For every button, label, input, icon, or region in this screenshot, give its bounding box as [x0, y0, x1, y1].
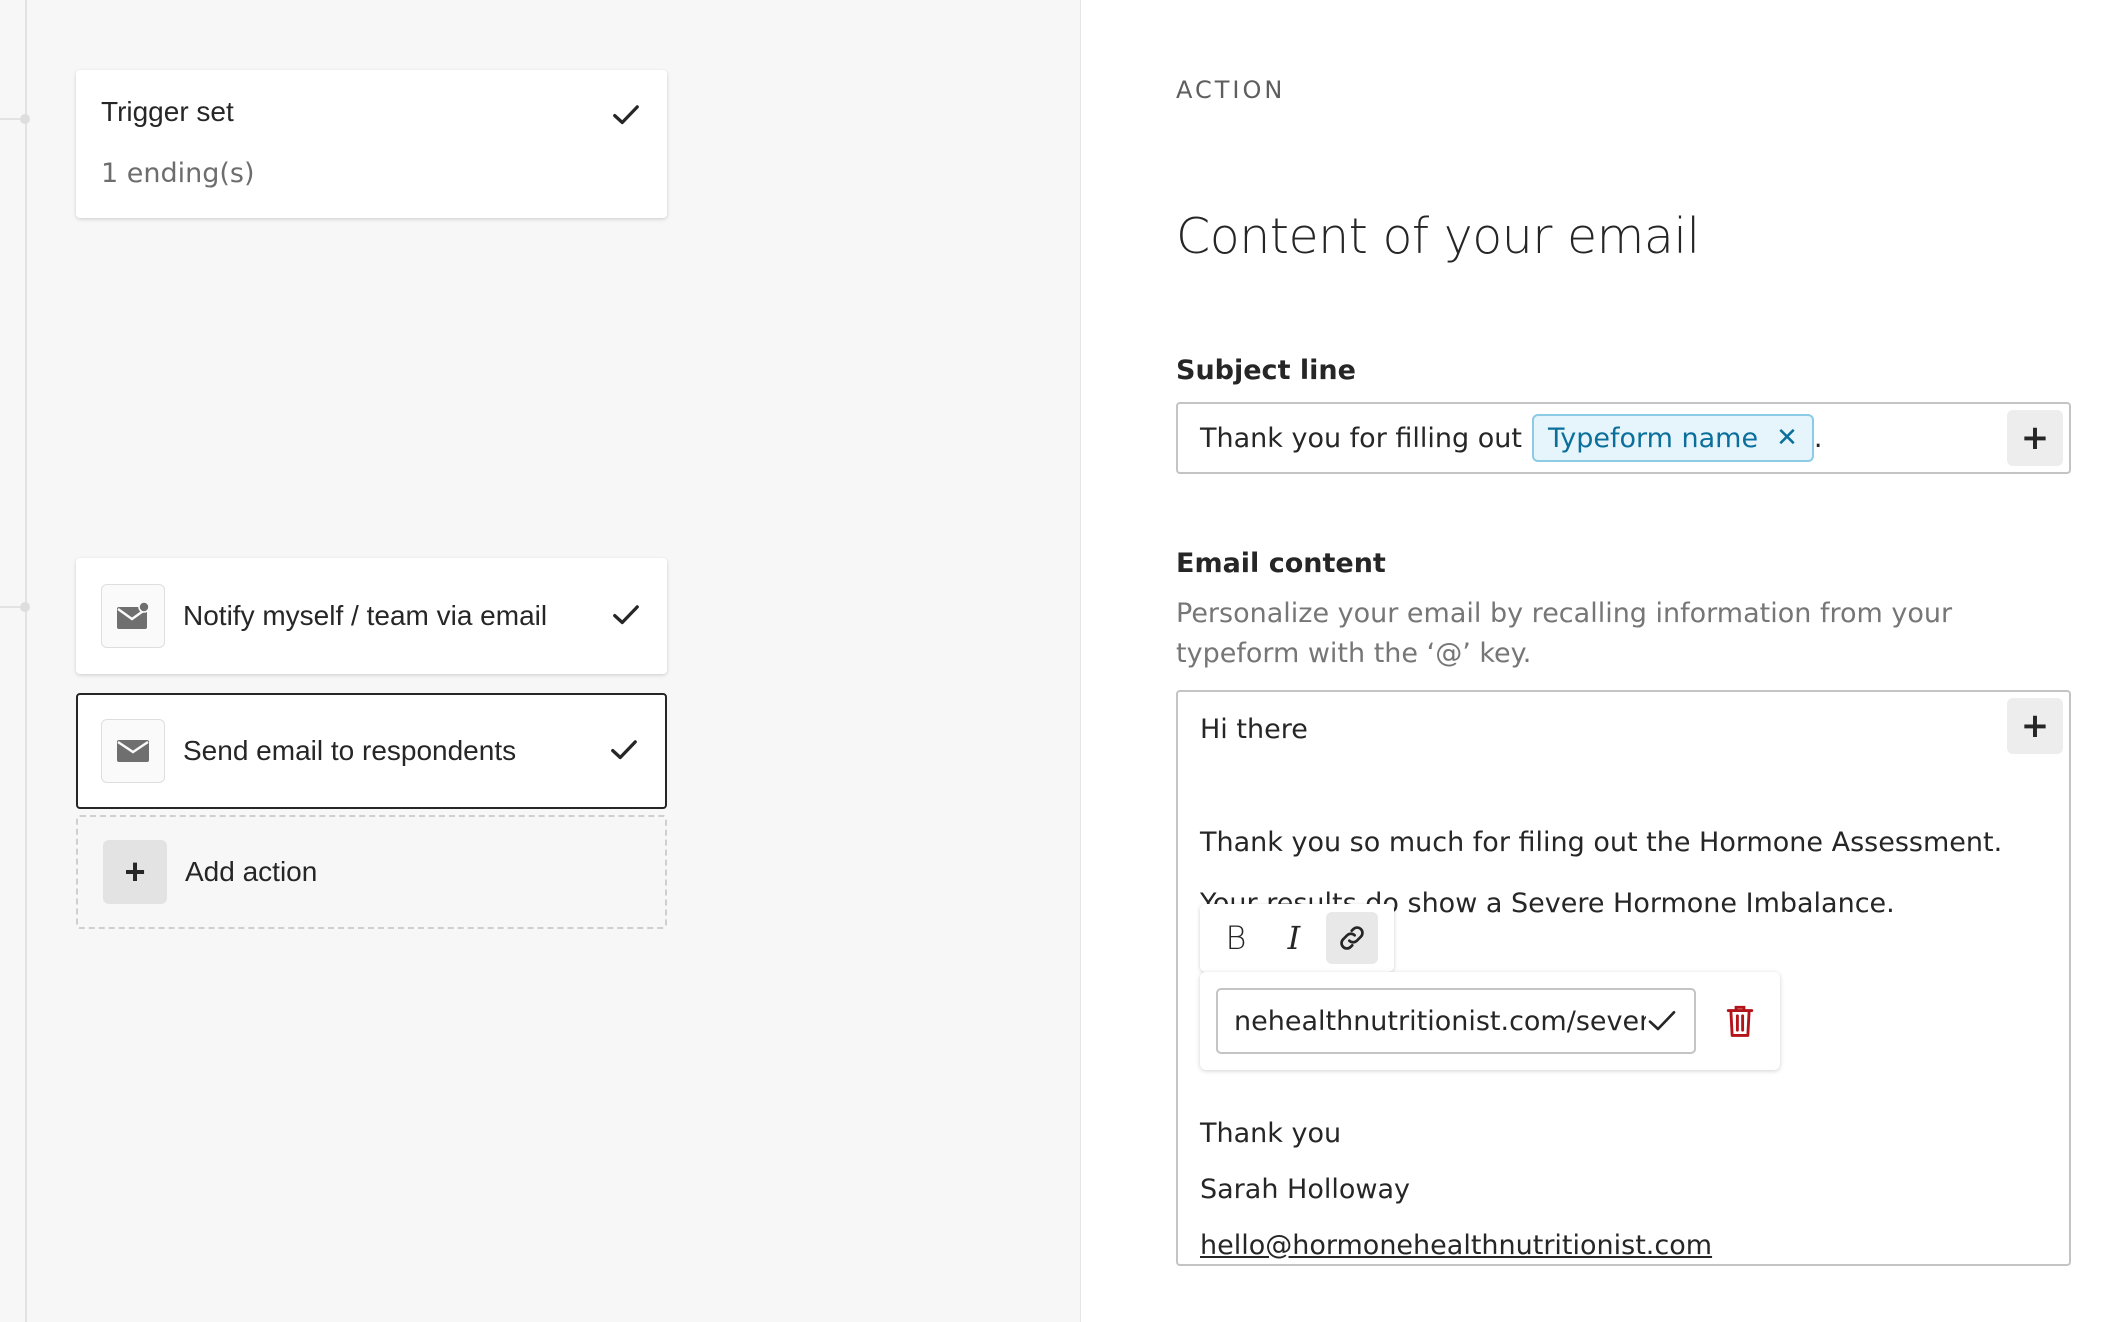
check-icon	[613, 605, 639, 625]
check-icon	[613, 105, 639, 125]
subject-prefix-text: Thank you for filling out	[1200, 422, 1522, 454]
section-label: ACTION	[1176, 76, 1286, 104]
flow-node-dot	[20, 114, 30, 124]
flow-connector-tick	[0, 118, 20, 120]
link-editor-popover: nehealthnutritionist.com/severe	[1200, 972, 1780, 1070]
bold-button[interactable]: B	[1210, 912, 1262, 964]
recall-chip-typeform-name[interactable]: Typeform name ✕	[1531, 414, 1814, 462]
email-line-name: Sarah Holloway	[1200, 1174, 1410, 1205]
chip-label: Typeform name	[1547, 422, 1759, 454]
flow-node-dot	[20, 602, 30, 612]
flow-panel: Trigger set 1 ending(s) Notify myself / …	[0, 0, 1081, 1322]
subject-line-input[interactable]: Thank you for filling out Typeform name …	[1176, 402, 2071, 474]
email-line-greeting: Hi there	[1200, 714, 1308, 745]
add-recall-button[interactable]: +	[2007, 410, 2063, 466]
mail-icon	[101, 719, 165, 783]
trash-icon	[1726, 1005, 1754, 1037]
add-action-label: Add action	[185, 856, 318, 887]
page-title: Content of your email	[1176, 208, 1700, 265]
link-button[interactable]	[1326, 912, 1378, 964]
action-label: Send email to respondents	[183, 735, 517, 766]
trigger-title: Trigger set	[101, 96, 234, 127]
subject-line-label: Subject line	[1176, 355, 1356, 386]
check-icon	[611, 740, 637, 760]
format-toolbar: B I	[1200, 904, 1394, 972]
email-content-editor[interactable]: + Hi there Thank you so much for filing …	[1176, 690, 2071, 1266]
italic-button[interactable]: I	[1268, 912, 1320, 964]
italic-icon: I	[1287, 919, 1301, 957]
email-line-thanks: Thank you so much for filing out the Hor…	[1200, 827, 2003, 858]
link-icon	[1340, 926, 1364, 950]
link-url-input[interactable]: nehealthnutritionist.com/severe	[1216, 988, 1696, 1054]
email-content-help: Personalize your email by recalling info…	[1176, 598, 1953, 669]
plus-icon: +	[103, 840, 167, 904]
mail-notification-icon	[101, 584, 165, 648]
action-editor-panel: ACTION Content of your email Subject lin…	[1082, 0, 2113, 1322]
delete-link-button[interactable]	[1720, 1001, 1760, 1041]
email-address-link[interactable]: hello@hormonehealthnutritionist.com	[1200, 1230, 1712, 1261]
add-action-button[interactable]: + Add action	[76, 815, 667, 929]
email-line-signoff: Thank you	[1200, 1118, 1342, 1149]
action-card-send-respondents[interactable]: Send email to respondents	[76, 693, 667, 809]
trigger-card[interactable]: Trigger set 1 ending(s)	[76, 70, 667, 218]
flow-connector-tick	[0, 606, 20, 608]
action-label: Notify myself / team via email	[183, 600, 548, 631]
flow-connector-line	[25, 0, 27, 1322]
remove-chip-icon[interactable]: ✕	[1776, 423, 1798, 453]
trigger-subtitle: 1 ending(s)	[101, 158, 255, 189]
subject-suffix-text: .	[1813, 422, 1823, 454]
confirm-link-icon[interactable]	[1646, 1005, 1678, 1037]
bold-icon: B	[1225, 919, 1247, 957]
add-recall-button[interactable]: +	[2007, 698, 2063, 754]
action-card-notify-team[interactable]: Notify myself / team via email	[76, 558, 667, 674]
email-content-label: Email content	[1176, 548, 1386, 579]
link-url-value: nehealthnutritionist.com/severe	[1234, 1005, 1646, 1037]
